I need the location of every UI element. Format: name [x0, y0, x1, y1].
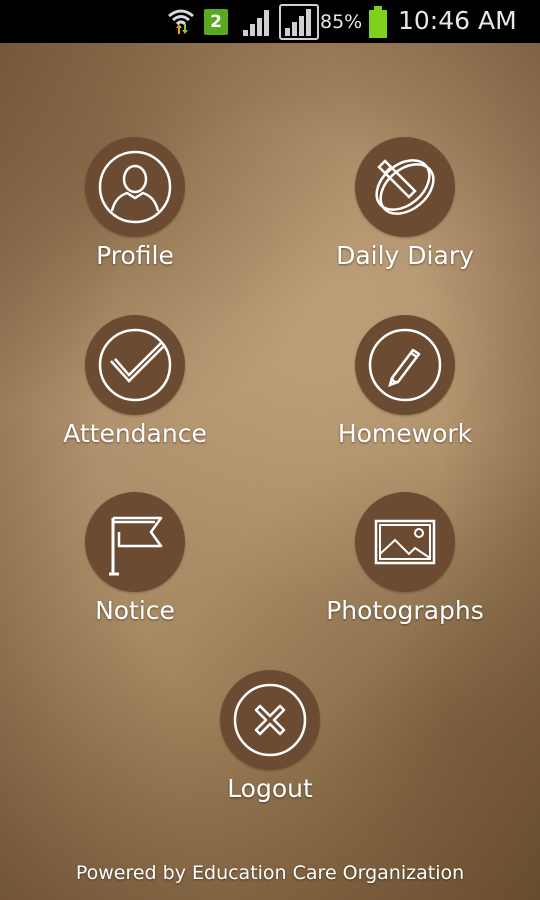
menu-item-homework-label: Homework [337, 419, 473, 448]
battery-icon [369, 6, 387, 38]
notification-badge-icon: 2 [204, 9, 228, 35]
checkmark-icon [98, 328, 172, 402]
menu-item-profile-circle [85, 137, 185, 237]
battery-percent: 85% [320, 11, 363, 33]
menu-item-logout[interactable]: Logout [160, 670, 380, 803]
menu-item-logout-label: Logout [227, 774, 313, 803]
status-time: 10:46 AM [398, 6, 517, 35]
menu-item-photographs[interactable]: Photographs [295, 492, 515, 625]
photo-icon [374, 519, 436, 565]
diary-icon [375, 159, 435, 215]
status-bar: 2 85% 10:46 AM [0, 0, 540, 43]
pencil-icon [368, 328, 442, 402]
close-icon [233, 683, 307, 757]
menu-item-attendance[interactable]: Attendance [25, 315, 245, 448]
menu-item-photographs-label: Photographs [326, 596, 484, 625]
signal-icon [243, 10, 269, 36]
menu-item-photographs-circle [355, 492, 455, 592]
menu-item-logout-circle [220, 670, 320, 770]
main-menu-screen: Profile Daily Diary Attendance Homework … [0, 43, 540, 900]
menu-item-notice-circle [85, 492, 185, 592]
menu-item-profile-label: Profile [96, 241, 174, 270]
signal-roaming-icon [279, 4, 319, 40]
menu-item-attendance-circle [85, 315, 185, 415]
menu-item-attendance-label: Attendance [63, 419, 207, 448]
menu-item-profile[interactable]: Profile [25, 137, 245, 270]
wifi-data-icon [168, 9, 194, 34]
footer-credit: Powered by Education Care Organization [75, 862, 465, 884]
menu-item-daily-diary-label: Daily Diary [336, 241, 474, 270]
menu-item-homework-circle [355, 315, 455, 415]
flag-icon [109, 516, 163, 576]
notification-badge-count: 2 [210, 12, 222, 32]
menu-item-notice-label: Notice [95, 596, 175, 625]
menu-item-daily-diary[interactable]: Daily Diary [295, 137, 515, 270]
profile-icon [98, 150, 172, 224]
menu-item-homework[interactable]: Homework [295, 315, 515, 448]
menu-item-notice[interactable]: Notice [25, 492, 245, 625]
menu-item-daily-diary-circle [355, 137, 455, 237]
